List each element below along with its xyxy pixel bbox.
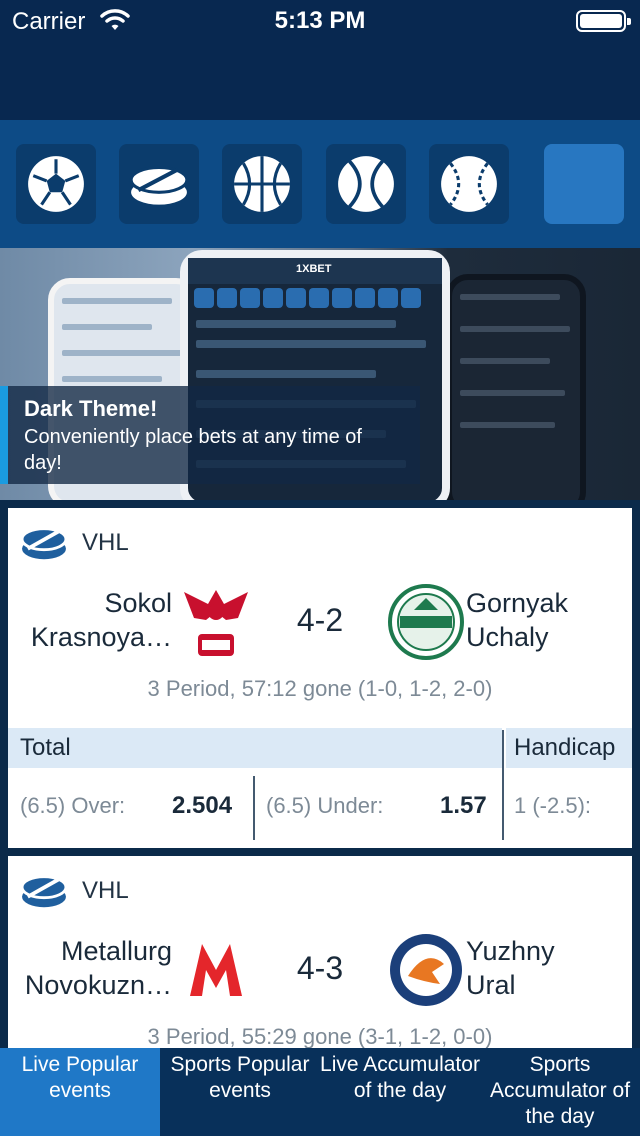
market-total-label: Total [8,728,502,768]
brand-logo: 1XBET [296,263,332,275]
home-team-name: Sokol Krasnoya… [30,588,172,652]
navigation-bar [0,40,640,120]
banner-text: Conveniently place bets at any time of d… [24,426,362,474]
sokol-logo [184,590,248,656]
basketball-icon [234,156,290,212]
market-handicap-label: Handicap [506,728,632,768]
over-label[interactable]: (6.5) Over: [20,793,125,819]
yuzhny-ural-logo [390,934,462,1006]
tennis-ball-icon [338,156,394,212]
tab-live-popular[interactable]: Live Popular events [0,1048,160,1136]
sport-soccer-button[interactable] [16,144,96,224]
sport-basketball-button[interactable] [222,144,302,224]
away-team-name: Gornyak Uchaly [466,588,569,652]
match-card[interactable]: VHL Metallurg Novokuzn… 4-3 Yuzhny Ural … [8,856,632,1056]
league-header: VHL [20,522,129,564]
league-name: VHL [82,877,129,904]
tab-live-accumulator[interactable]: Live Accumulator of the day [320,1048,480,1136]
divider [253,776,255,840]
clock: 5:13 PM [274,7,366,34]
home-team-name: Metallurg Novokuzn… [24,936,172,1000]
match-score: 4-3 [296,950,344,986]
baseball-icon [441,156,497,212]
league-name: VHL [82,529,129,556]
banner-caption: Dark Theme! Conveniently place bets at a… [0,386,420,484]
match-period: 3 Period, 55:29 gone (3-1, 1-2, 0-0) [147,1024,493,1049]
banner-title: Dark Theme! [24,396,158,421]
status-bar: Carrier 5:13 PM [0,0,640,40]
gornyak-logo [388,584,464,660]
sport-more-button[interactable] [544,144,624,224]
sports-selector [0,120,640,248]
metallurg-logo [180,934,252,1006]
hockey-puck-icon [129,165,189,205]
tab-sports-accumulator[interactable]: Sports Accumulator of the day [480,1048,640,1136]
match-card[interactable]: VHL Sokol Krasnoya… 4-2 Gornyak Uchaly 3… [8,508,632,848]
hockey-puck-icon [20,875,68,908]
sport-tennis-button[interactable] [326,144,406,224]
under-odds[interactable]: 1.57 [440,792,487,820]
match-period: 3 Period, 57:12 gone (1-0, 1-2, 2-0) [147,676,493,701]
away-team-name: Yuzhny Ural [466,936,555,1000]
divider [502,730,504,840]
sport-hockey-button[interactable] [119,144,199,224]
handicap-odds-label[interactable]: 1 (-2.5): [514,793,591,819]
battery-icon [576,10,631,32]
market-header: Total Handicap [8,728,632,768]
tab-bar: Live Popular events Sports Popular event… [0,1048,640,1136]
soccer-ball-icon [28,156,84,212]
league-header: VHL [20,870,129,912]
hockey-puck-icon [20,527,68,560]
over-odds[interactable]: 2.504 [172,792,232,820]
tab-sports-popular[interactable]: Sports Popular events [160,1048,320,1136]
match-score: 4-2 [296,602,344,638]
under-label[interactable]: (6.5) Under: [266,793,383,819]
phone-image-dark [446,274,586,500]
promo-banner[interactable]: 1XBET Dark Theme! Conveniently place bet… [0,248,640,500]
sport-baseball-button[interactable] [429,144,509,224]
